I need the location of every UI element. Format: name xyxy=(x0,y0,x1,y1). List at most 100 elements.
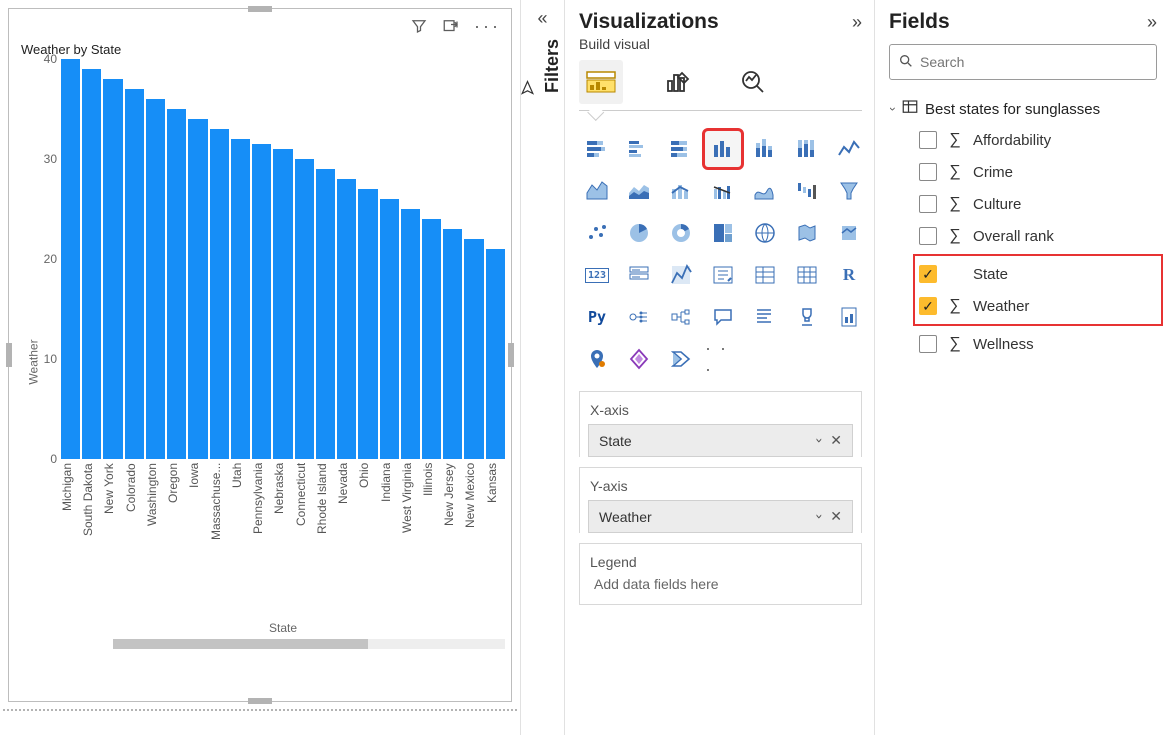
viz-decomposition[interactable] xyxy=(663,299,699,335)
field-state[interactable]: ✓State xyxy=(919,258,1157,290)
viz-key-influencers[interactable] xyxy=(621,299,657,335)
table-expand-icon[interactable]: › xyxy=(886,107,900,111)
viz-clustered-bar-h[interactable] xyxy=(621,131,657,167)
viz-line-clustered-col[interactable] xyxy=(705,173,741,209)
viz-slicer[interactable] xyxy=(705,257,741,293)
field-checkbox[interactable] xyxy=(919,131,937,149)
y-axis-field-menu-icon[interactable]: › xyxy=(810,514,827,519)
x-axis-field-remove-icon[interactable]: ✕ xyxy=(830,432,842,449)
collapse-fields-icon[interactable]: » xyxy=(1147,12,1157,33)
chart-bar[interactable] xyxy=(210,129,229,459)
chart-bar[interactable] xyxy=(103,79,122,459)
field-overall-rank[interactable]: ∑Overall rank xyxy=(919,220,1157,252)
chart-bar[interactable] xyxy=(61,59,80,459)
chart-plot-area[interactable] xyxy=(61,59,505,459)
viz-card[interactable]: 123 xyxy=(579,257,615,293)
tab-format-visual[interactable] xyxy=(655,60,699,104)
viz-power-automate[interactable] xyxy=(663,341,699,377)
chart-bar[interactable] xyxy=(337,179,356,459)
filters-pane-collapsed[interactable]: « Filters xyxy=(520,0,564,735)
chart-visual[interactable]: ··· Weather by State Weather 40 30 20 10… xyxy=(8,8,512,702)
field-weather[interactable]: ✓∑Weather xyxy=(919,290,1157,322)
viz-paginated[interactable] xyxy=(831,299,867,335)
chart-bar[interactable] xyxy=(273,149,292,459)
viz-100-stacked-column[interactable] xyxy=(789,131,825,167)
field-affordability[interactable]: ∑Affordability xyxy=(919,124,1157,156)
field-checkbox[interactable] xyxy=(919,163,937,181)
chart-bar[interactable] xyxy=(231,139,250,459)
viz-py-visual[interactable]: Py xyxy=(579,299,615,335)
chart-bar[interactable] xyxy=(146,99,165,459)
viz-goals[interactable] xyxy=(789,299,825,335)
viz-more-visuals[interactable]: · · · xyxy=(705,341,741,377)
x-axis-well[interactable]: X-axis State ›✕ xyxy=(579,391,862,457)
chart-h-scrollbar-thumb[interactable] xyxy=(113,639,368,649)
viz-donut[interactable] xyxy=(663,215,699,251)
expand-filters-icon[interactable]: « xyxy=(521,8,564,29)
filter-icon[interactable] xyxy=(410,17,428,38)
viz-line[interactable] xyxy=(831,131,867,167)
fields-search[interactable] xyxy=(889,44,1157,80)
resize-handle-top[interactable] xyxy=(248,6,272,12)
resize-handle-bottom[interactable] xyxy=(248,698,272,704)
focus-mode-icon[interactable] xyxy=(442,17,460,38)
x-axis-field-menu-icon[interactable]: › xyxy=(810,438,827,443)
viz-waterfall[interactable] xyxy=(789,173,825,209)
chart-bar[interactable] xyxy=(252,144,271,459)
chart-bar[interactable] xyxy=(167,109,186,459)
viz-pie[interactable] xyxy=(621,215,657,251)
viz-filled-map[interactable] xyxy=(789,215,825,251)
chart-bar[interactable] xyxy=(401,209,420,459)
viz-stacked-area[interactable] xyxy=(621,173,657,209)
viz-area[interactable] xyxy=(579,173,615,209)
field-checkbox[interactable] xyxy=(919,335,937,353)
viz-table[interactable] xyxy=(747,257,783,293)
viz-smart-narrative[interactable] xyxy=(747,299,783,335)
chart-bar[interactable] xyxy=(358,189,377,459)
x-axis-field[interactable]: State ›✕ xyxy=(588,424,853,457)
viz-multi-row-card[interactable] xyxy=(621,257,657,293)
viz-qa[interactable] xyxy=(705,299,741,335)
report-canvas[interactable]: ··· Weather by State Weather 40 30 20 10… xyxy=(0,0,520,735)
viz-map[interactable] xyxy=(747,215,783,251)
y-axis-field[interactable]: Weather ›✕ xyxy=(588,500,853,533)
field-checkbox[interactable] xyxy=(919,195,937,213)
chart-bar[interactable] xyxy=(125,89,144,459)
chart-bar[interactable] xyxy=(422,219,441,459)
chart-bar[interactable] xyxy=(188,119,207,459)
viz-r-visual[interactable]: R xyxy=(831,257,867,293)
chart-bar[interactable] xyxy=(82,69,101,459)
field-crime[interactable]: ∑Crime xyxy=(919,156,1157,188)
field-checkbox[interactable] xyxy=(919,227,937,245)
viz-azure-map[interactable] xyxy=(831,215,867,251)
chart-bar[interactable] xyxy=(316,169,335,459)
chart-bar[interactable] xyxy=(295,159,314,459)
viz-100-stacked-bar-h[interactable] xyxy=(663,131,699,167)
viz-funnel[interactable] xyxy=(831,173,867,209)
more-options-icon[interactable]: ··· xyxy=(474,17,501,38)
viz-scatter[interactable] xyxy=(579,215,615,251)
viz-kpi[interactable] xyxy=(663,257,699,293)
tab-analytics[interactable] xyxy=(731,60,775,104)
legend-well[interactable]: Legend Add data fields here xyxy=(579,543,862,605)
viz-power-apps[interactable] xyxy=(621,341,657,377)
viz-stacked-bar-h[interactable] xyxy=(579,131,615,167)
y-axis-well[interactable]: Y-axis Weather ›✕ xyxy=(579,467,862,533)
chart-bar[interactable] xyxy=(486,249,505,459)
viz-matrix[interactable] xyxy=(789,257,825,293)
viz-treemap[interactable] xyxy=(705,215,741,251)
chart-bar[interactable] xyxy=(443,229,462,459)
tab-build-visual[interactable] xyxy=(579,60,623,104)
field-wellness[interactable]: ∑Wellness xyxy=(919,328,1157,360)
viz-line-stacked-col[interactable] xyxy=(663,173,699,209)
chart-bar[interactable] xyxy=(380,199,399,459)
field-culture[interactable]: ∑Culture xyxy=(919,188,1157,220)
viz-stacked-column[interactable] xyxy=(747,131,783,167)
viz-ribbon[interactable] xyxy=(747,173,783,209)
y-axis-field-remove-icon[interactable]: ✕ xyxy=(830,508,842,525)
search-input[interactable] xyxy=(920,54,1148,70)
viz-arcgis[interactable] xyxy=(579,341,615,377)
collapse-viz-icon[interactable]: » xyxy=(852,12,862,33)
field-checkbox[interactable]: ✓ xyxy=(919,265,937,283)
fields-table-header[interactable]: › Best states for sunglasses xyxy=(889,94,1157,124)
